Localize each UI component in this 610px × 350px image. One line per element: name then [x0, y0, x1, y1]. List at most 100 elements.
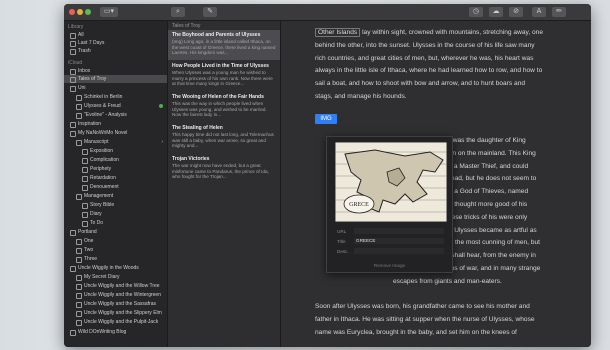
sidebar-item-story-bible[interactable]: Story Bible — [64, 201, 167, 209]
folder-icon — [76, 140, 82, 146]
sheet-item[interactable]: The Wooing of Helen of the Fair Hands Th… — [168, 92, 280, 122]
sidebar-item-uni[interactable]: Uni — [64, 84, 167, 92]
cloud-icon: ☁ — [492, 8, 500, 15]
sidebar-item-to-do[interactable]: To Do — [64, 219, 167, 227]
remove-image-button[interactable]: Remove Image — [327, 263, 452, 268]
sidebar-icon: ▭ — [103, 8, 111, 15]
layout-toggle-button[interactable]: ▭▾ — [100, 7, 118, 17]
folder-icon — [76, 95, 82, 101]
sidebar-item-inbox[interactable]: Inbox — [64, 67, 167, 75]
pencil-icon: ✏ — [556, 8, 562, 15]
sidebar-item-management[interactable]: Management — [64, 192, 167, 200]
trash-icon — [70, 49, 76, 55]
sidebar-item-inspiration[interactable]: Inspiration — [64, 120, 167, 128]
external-folder-icon — [70, 330, 76, 336]
close-window-button[interactable] — [69, 9, 75, 15]
folder-icon — [82, 158, 88, 164]
folder-icon — [70, 86, 76, 92]
sheet-list-title: Tales of Troy — [172, 23, 201, 29]
attachment-icon: ⊘ — [513, 8, 519, 15]
text-format-icon: A — [536, 8, 542, 15]
icloud-header: iCloud — [68, 60, 83, 66]
image-popover: GRECE URL Title GREECE Desc. Remove Imag… — [326, 136, 453, 273]
sidebar-item-ulysses-freud[interactable]: Ulysses & Freud — [64, 102, 167, 110]
sidebar-item-schinkel[interactable]: Schinkel in Berlin — [64, 93, 167, 101]
sidebar-item-manuscript[interactable]: Manuscript › — [64, 138, 167, 146]
sidebar-item-slippery-elm[interactable]: Uncle Wiggily and the Slippery Elm — [64, 309, 167, 317]
folder-icon — [76, 113, 82, 119]
folder-icon — [76, 284, 82, 290]
library-header: Library — [68, 24, 84, 30]
goals-button[interactable]: ◷ — [469, 7, 483, 17]
folder-icon — [82, 185, 88, 191]
search-icon: ⌕ — [176, 8, 180, 15]
folder-icon — [76, 320, 82, 326]
paragraph: Other Islands lay within sight, crowned … — [315, 28, 543, 100]
sidebar-item-three[interactable]: Three — [64, 255, 167, 263]
new-sheet-button[interactable]: ✎ — [203, 7, 217, 17]
sidebar-item-two[interactable]: Two — [64, 246, 167, 254]
sidebar-item-sassafras[interactable]: Uncle Wiggily and the Sassafras — [64, 300, 167, 308]
sync-status-icon — [159, 104, 163, 108]
markup-button[interactable]: A — [532, 7, 546, 17]
attachments-button[interactable]: ⊘ — [509, 7, 523, 17]
folder-icon — [70, 266, 76, 272]
sidebar-item-last-7-days[interactable]: Last 7 Days — [64, 39, 167, 47]
sidebar-item-portland[interactable]: Portland — [64, 228, 167, 236]
minimize-window-button[interactable] — [77, 9, 83, 15]
folder-icon — [76, 293, 82, 299]
title-field[interactable]: GREECE — [354, 238, 444, 244]
publish-button[interactable]: ☁ — [489, 7, 503, 17]
sidebar-item-trash[interactable]: Trash — [64, 47, 167, 55]
image-tag-button[interactable]: IMG — [315, 114, 337, 124]
search-button[interactable]: ⌕ — [171, 7, 185, 17]
compose-icon: ✎ — [207, 8, 213, 15]
annotation-tag[interactable]: Other Islands — [315, 28, 361, 37]
folder-icon — [70, 122, 76, 128]
sidebar-item-secret-diary[interactable]: My Secret Diary — [64, 273, 167, 281]
url-field[interactable] — [354, 228, 444, 234]
sidebar-item-pulpit-jack[interactable]: Uncle Wiggily and the Pulpit-Jack — [64, 318, 167, 326]
sheet-item[interactable]: The Boyhood and Parents of Ulysses (Img)… — [168, 30, 280, 60]
chevron-right-icon: › — [161, 139, 163, 145]
sidebar-item-one[interactable]: One — [64, 237, 167, 245]
sidebar-item-willow-tree[interactable]: Uncle Wiggily and the Willow Tree — [64, 282, 167, 290]
library-sidebar: Library All Last 7 Days Trash iCloud Inb… — [64, 21, 168, 347]
sheet-item[interactable]: How People Lived in the Time of Ulysses … — [168, 61, 280, 91]
sidebar-item-tales-of-troy[interactable]: Tales of Troy — [64, 75, 167, 83]
sidebar-item-exposition[interactable]: Exposition — [64, 147, 167, 155]
sidebar-item-complication[interactable]: Complication — [64, 156, 167, 164]
goal-icon: ◷ — [472, 8, 480, 15]
folder-icon — [82, 212, 88, 218]
titlebar: ▭▾ ⌕ ✎ ◷ ☁ ⊘ A ✏ — [64, 4, 591, 21]
folder-icon — [76, 311, 82, 317]
sidebar-item-diary[interactable]: Diary — [64, 210, 167, 218]
folder-icon — [76, 194, 82, 200]
sidebar-item-evoline[interactable]: "Evoline" - Analysis — [64, 111, 167, 119]
sheet-list: Tales of Troy The Boyhood and Parents of… — [168, 21, 281, 347]
sheet-item[interactable]: The Stealing of Helen This happy time di… — [168, 123, 280, 153]
sheet-item[interactable]: Trojan Victories The war might now have … — [168, 154, 280, 184]
sidebar-item-all[interactable]: All — [64, 31, 167, 39]
sidebar-item-wintergreen[interactable]: Uncle Wiggily and the Wintergreen — [64, 291, 167, 299]
pencil-button[interactable]: ✏ — [552, 7, 566, 17]
sidebar-item-blog[interactable]: Wild DOnWriting Blog — [64, 328, 167, 336]
sidebar-item-denouement[interactable]: Denouement — [64, 183, 167, 191]
folder-icon — [76, 257, 82, 263]
folder-icon — [76, 239, 82, 245]
sidebar-item-uncle-wiggily-woods[interactable]: Uncle Wiggily in the Woods — [64, 264, 167, 272]
app-window: ▭▾ ⌕ ✎ ◷ ☁ ⊘ A ✏ Library All Last 7 Days… — [64, 4, 591, 347]
zoom-window-button[interactable] — [85, 9, 91, 15]
paragraph: Soon after Ulysses was born, his grandfa… — [315, 303, 535, 336]
sidebar-item-periphety[interactable]: Periphety — [64, 165, 167, 173]
sidebar-item-nanowrimo[interactable]: My NaNoWriMo Novel — [64, 129, 167, 137]
folder-icon — [76, 248, 82, 254]
folder-icon — [82, 167, 88, 173]
folder-icon — [82, 176, 88, 182]
description-field[interactable] — [354, 248, 444, 254]
map-cartouche-label: GRECE — [349, 202, 369, 208]
folder-icon — [70, 77, 76, 83]
sidebar-item-retardation[interactable]: Retardation — [64, 174, 167, 182]
folder-icon — [76, 302, 82, 308]
folder-icon — [70, 131, 76, 137]
